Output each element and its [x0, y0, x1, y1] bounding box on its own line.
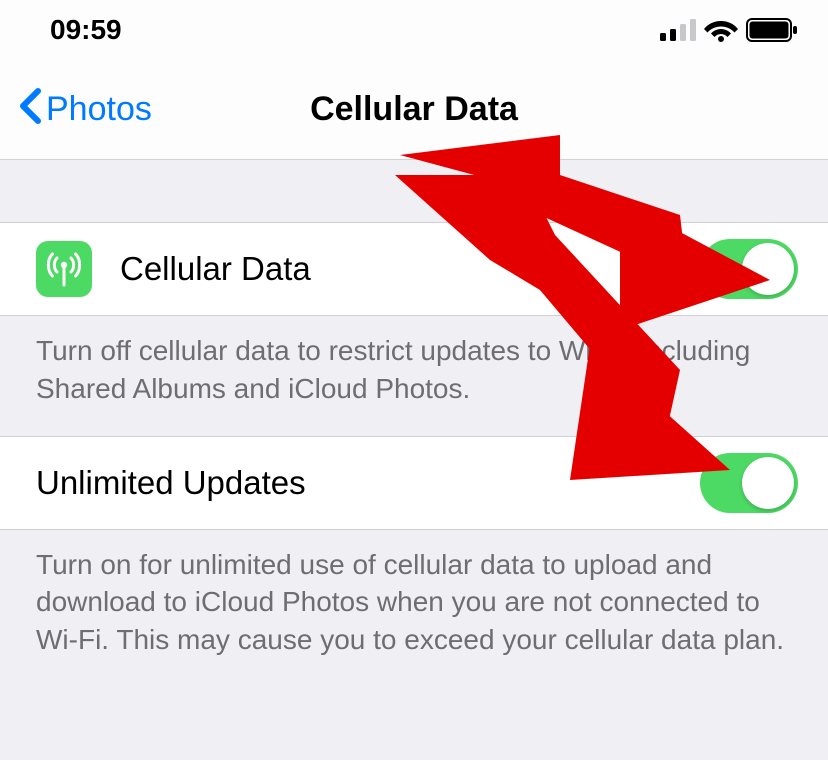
nav-bar: Photos Cellular Data [0, 60, 828, 160]
cellular-data-label: Cellular Data [120, 250, 700, 288]
antenna-icon [36, 241, 92, 297]
cellular-data-footer: Turn off cellular data to restrict updat… [0, 316, 828, 436]
status-icons [660, 18, 798, 42]
unlimited-updates-toggle[interactable] [700, 453, 798, 513]
cellular-signal-icon [660, 19, 696, 41]
nav-title: Cellular Data [310, 90, 518, 129]
toggle-knob [742, 243, 794, 295]
unlimited-updates-row: Unlimited Updates [0, 436, 828, 530]
unlimited-updates-label: Unlimited Updates [36, 464, 700, 502]
battery-icon [746, 18, 798, 42]
unlimited-updates-footer: Turn on for unlimited use of cellular da… [0, 530, 828, 687]
wifi-icon [704, 18, 738, 42]
status-time: 09:59 [50, 14, 122, 46]
status-bar: 09:59 [0, 0, 828, 60]
chevron-left-icon [18, 88, 42, 131]
cellular-data-toggle[interactable] [700, 239, 798, 299]
back-button[interactable]: Photos [0, 88, 152, 131]
cellular-data-row: Cellular Data [0, 222, 828, 316]
back-label: Photos [46, 90, 152, 129]
toggle-knob [742, 457, 794, 509]
section-spacer [0, 160, 828, 222]
